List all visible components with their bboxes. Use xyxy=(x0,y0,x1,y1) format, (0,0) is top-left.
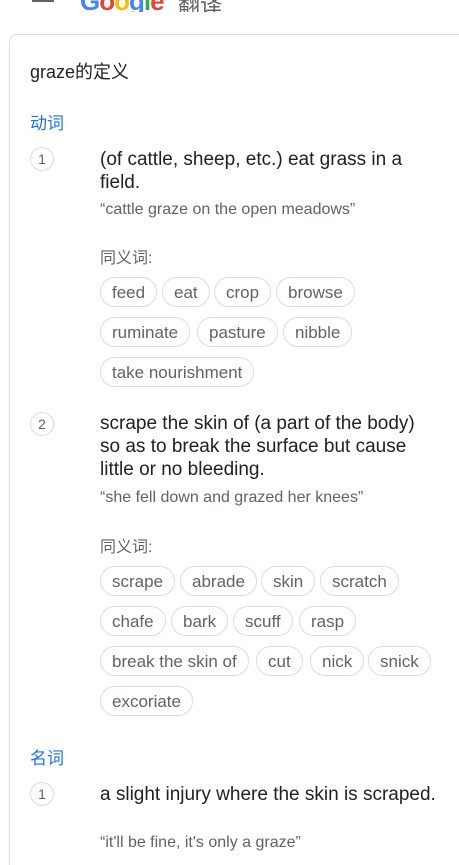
part-of-speech-noun: 名词 xyxy=(30,749,64,768)
synonyms-label: 同义词: xyxy=(100,250,153,267)
synonym-chip[interactable]: ruminate xyxy=(100,317,191,347)
synonym-chip[interactable]: break the skin of xyxy=(100,646,249,676)
synonym-chip[interactable]: excoriate xyxy=(100,686,193,716)
sense-gloss: a slight injury where the skin is scrape… xyxy=(100,784,436,805)
sense-gloss: (of cattle, sheep, etc.) eat grass in a … xyxy=(100,149,403,193)
logo-suffix: 翻译 xyxy=(178,0,222,12)
part-of-speech-verb: 动词 xyxy=(30,114,64,133)
synonym-chip[interactable]: abrade xyxy=(180,566,257,596)
sense-number: 1 xyxy=(30,147,54,171)
synonym-chip[interactable]: feed xyxy=(100,277,158,307)
sense-gloss: scrape the skin of (a part of the body) … xyxy=(100,413,415,480)
synonym-chip[interactable]: nibble xyxy=(283,317,353,347)
synonym-chip[interactable]: browse xyxy=(276,277,355,307)
sense-example: “it'll be fine, it's only a graze” xyxy=(100,834,301,851)
google-logo[interactable]: Google xyxy=(80,0,165,12)
synonym-chip[interactable]: snick xyxy=(368,646,431,676)
sense-example: “cattle graze on the open meadows” xyxy=(100,201,356,218)
sense-number: 2 xyxy=(30,412,54,436)
synonym-chip[interactable]: scuff xyxy=(233,606,293,636)
synonym-chip[interactable]: chafe xyxy=(100,606,166,636)
synonym-chip[interactable]: eat xyxy=(162,277,210,307)
synonym-chip[interactable]: scratch xyxy=(320,566,399,596)
synonym-chip[interactable]: rasp xyxy=(299,606,357,636)
synonym-chip[interactable]: scrape xyxy=(100,566,176,596)
synonym-chip[interactable]: crop xyxy=(214,277,272,307)
top-bar: Google 翻译 xyxy=(0,0,459,12)
synonyms-label: 同义词: xyxy=(100,539,153,556)
synonym-chip[interactable]: nick xyxy=(310,646,365,676)
synonym-chip[interactable]: bark xyxy=(171,606,229,636)
definitions-heading: graze的定义 xyxy=(30,62,130,82)
synonym-chip[interactable]: pasture xyxy=(197,317,278,347)
synonym-chip[interactable]: take nourishment xyxy=(100,357,255,387)
menu-icon[interactable] xyxy=(32,0,54,2)
synonym-chip[interactable]: skin xyxy=(261,566,316,596)
sense-example: “she fell down and grazed her knees” xyxy=(100,489,364,506)
sense-number: 1 xyxy=(30,782,54,806)
synonym-chip[interactable]: cut xyxy=(256,646,303,676)
